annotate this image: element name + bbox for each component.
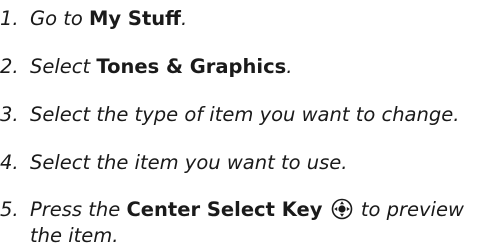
step-number: 4.: [0, 151, 19, 174]
step-number: 3.: [0, 103, 19, 126]
step-text: Select the item you want to use.: [30, 151, 348, 174]
step-number: 2.: [0, 55, 19, 78]
step-bold-term: Tones & Graphics: [96, 55, 287, 78]
step-text-before: Select: [30, 55, 91, 78]
step-text: Go to My Stuff.: [30, 6, 187, 32]
step-text-after: .: [180, 7, 188, 30]
step-text-before: Go to: [30, 7, 83, 30]
step-text-continuation: the item.: [30, 224, 119, 247]
step-number: 1.: [0, 7, 19, 30]
step-bold-term: My Stuff: [89, 7, 181, 30]
center-select-key-icon: [331, 198, 353, 227]
step-bold-term: Center Select Key: [126, 198, 323, 221]
step-text-before: Press the: [30, 198, 121, 221]
step-text-after: .: [286, 55, 293, 78]
step-text: Select Tones & Graphics.: [30, 54, 292, 80]
step-text-after: to preview: [360, 198, 464, 221]
step-text: Select the type of item you want to chan…: [30, 103, 460, 126]
step-number: 5.: [0, 198, 19, 221]
